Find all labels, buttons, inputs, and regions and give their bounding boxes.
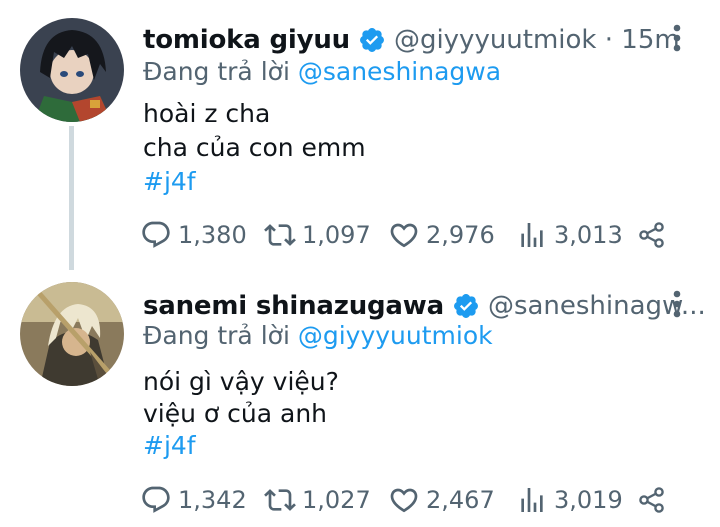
action-bar: 1,342 1,027 2,467 3,019 bbox=[140, 480, 680, 520]
thread-line bbox=[69, 126, 74, 270]
tweet-text-line: việu ơ của anh bbox=[143, 399, 328, 428]
display-name[interactable]: sanemi shinazugawa bbox=[143, 291, 444, 321]
like-count: 2,976 bbox=[426, 221, 495, 249]
avatar[interactable] bbox=[20, 18, 124, 122]
views-button[interactable]: 3,019 bbox=[516, 480, 623, 520]
hashtag-link[interactable]: #j4f bbox=[143, 431, 196, 460]
tweet-header: sanemi shinazugawa @saneshinagw... bbox=[143, 286, 706, 326]
reply-mention-link[interactable]: @giyyyuutmiok bbox=[298, 321, 493, 350]
analytics-icon bbox=[521, 223, 543, 247]
reply-count: 1,342 bbox=[178, 486, 247, 514]
tweet[interactable]: sanemi shinazugawa @saneshinagw... Đang … bbox=[0, 270, 720, 527]
like-count: 2,467 bbox=[426, 486, 495, 514]
verified-badge-icon bbox=[453, 294, 478, 318]
retweet-button[interactable]: 1,027 bbox=[264, 480, 371, 520]
replying-to-label: Đang trả lời bbox=[143, 57, 290, 86]
retweet-button[interactable]: 1,097 bbox=[264, 215, 371, 255]
verified-badge-icon bbox=[359, 28, 384, 52]
replying-to-label: Đang trả lời bbox=[143, 321, 290, 350]
views-count: 3,013 bbox=[554, 221, 623, 249]
display-name[interactable]: tomioka giyuu bbox=[143, 25, 350, 55]
reply-icon bbox=[142, 486, 170, 513]
like-button[interactable]: 2,976 bbox=[388, 215, 495, 255]
heart-icon bbox=[390, 488, 418, 513]
more-vertical-icon[interactable] bbox=[660, 284, 694, 324]
retweet-count: 1,027 bbox=[302, 486, 371, 514]
views-count: 3,019 bbox=[554, 486, 623, 514]
action-bar: 1,380 1,097 2,976 3,013 bbox=[140, 215, 680, 255]
analytics-icon bbox=[521, 488, 543, 512]
replying-to: Đang trả lời @giyyyuutmiok bbox=[143, 321, 493, 350]
tweet-text-line: hoài z cha bbox=[143, 99, 271, 128]
reply-icon bbox=[142, 221, 170, 248]
heart-icon bbox=[390, 223, 418, 248]
tweet-header: tomioka giyuu @giyyyuutmiok · 15m bbox=[143, 20, 680, 60]
more-vertical-icon[interactable] bbox=[660, 18, 694, 58]
tweet-text-line: cha của con emm bbox=[143, 133, 366, 162]
share-button[interactable] bbox=[636, 480, 668, 520]
handle-and-time[interactable]: @giyyyuutmiok · 15m bbox=[394, 25, 680, 55]
share-icon bbox=[639, 487, 664, 513]
retweet-icon bbox=[264, 224, 296, 246]
like-button[interactable]: 2,467 bbox=[388, 480, 495, 520]
retweet-icon bbox=[264, 489, 296, 511]
tweet-text-line: nói gì vậy việu? bbox=[143, 367, 339, 396]
reply-count: 1,380 bbox=[178, 221, 247, 249]
tweet[interactable]: tomioka giyuu @giyyyuutmiok · 15m Đang t… bbox=[0, 0, 720, 270]
retweet-count: 1,097 bbox=[302, 221, 371, 249]
reply-mention-link[interactable]: @saneshinagwa bbox=[298, 57, 501, 86]
avatar[interactable] bbox=[20, 282, 124, 386]
views-button[interactable]: 3,013 bbox=[516, 215, 623, 255]
share-button[interactable] bbox=[636, 215, 668, 255]
replying-to: Đang trả lời @saneshinagwa bbox=[143, 57, 501, 86]
reply-button[interactable]: 1,380 bbox=[140, 215, 247, 255]
share-icon bbox=[639, 222, 664, 248]
reply-button[interactable]: 1,342 bbox=[140, 480, 247, 520]
hashtag-link[interactable]: #j4f bbox=[143, 167, 196, 196]
